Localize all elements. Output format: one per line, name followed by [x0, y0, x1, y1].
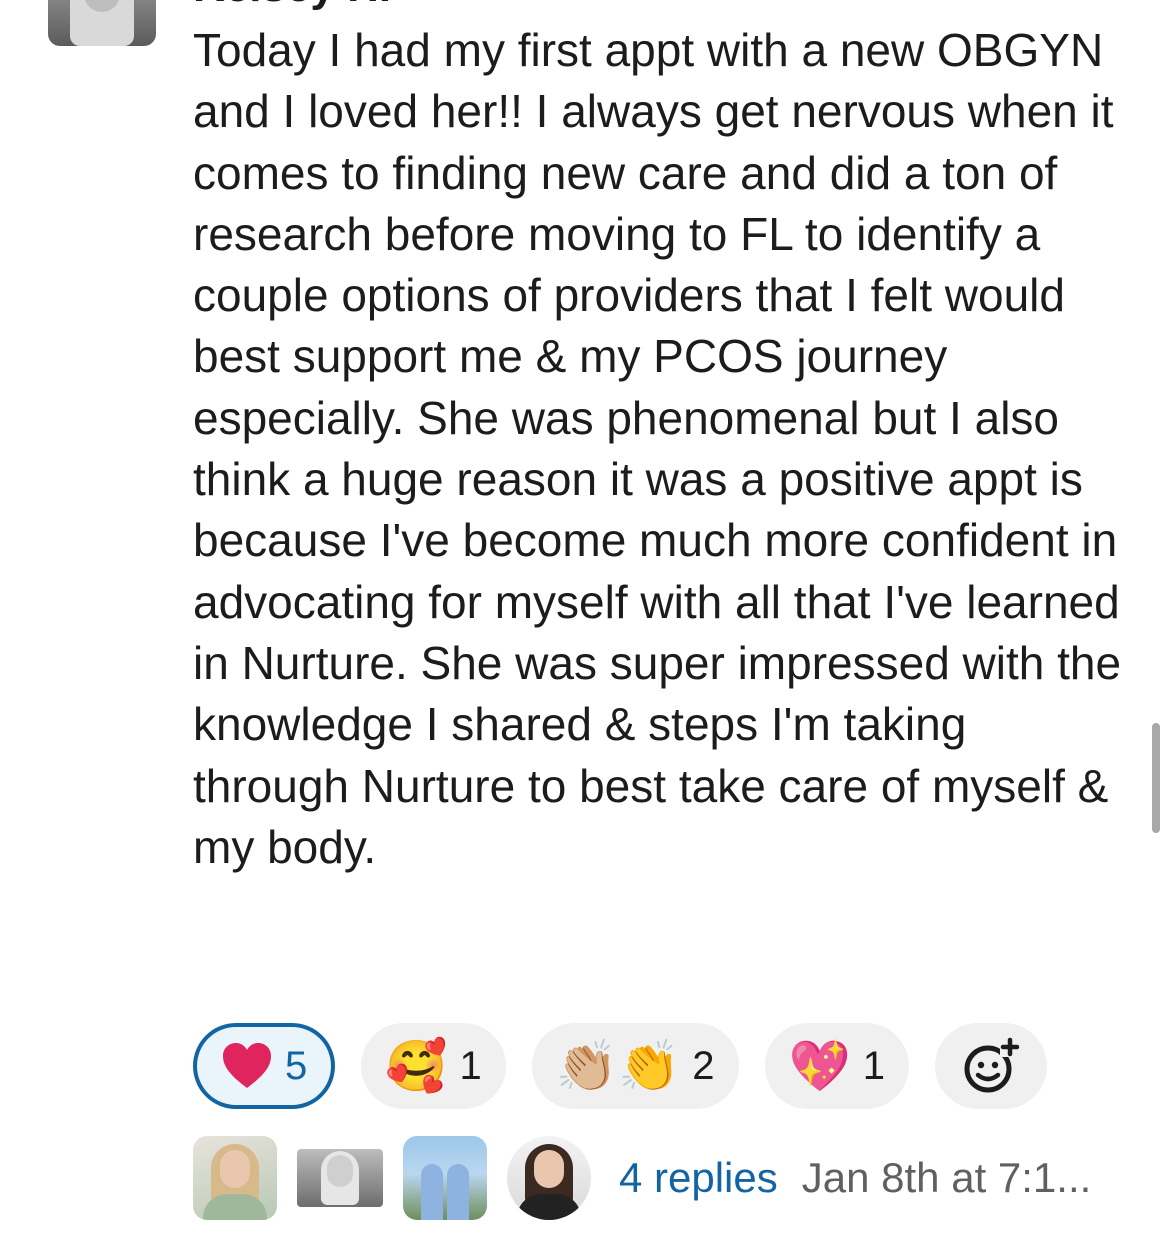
smiling-face-with-hearts-icon: 🥰: [385, 1037, 448, 1095]
clapping-hands-icon: 👏🏼👏: [555, 1037, 681, 1095]
reaction-count: 5: [285, 1043, 308, 1088]
reaction-count: 1: [459, 1043, 482, 1088]
reaction-sparkling-heart[interactable]: 💖 1: [764, 1023, 910, 1109]
reaction-clapping-hands[interactable]: 👏🏼👏 2: [531, 1023, 739, 1109]
reaction-smiling-face-with-hearts[interactable]: 🥰 1: [361, 1023, 506, 1109]
add-reaction-button[interactable]: [935, 1023, 1048, 1109]
sparkling-heart-icon: 💖: [788, 1037, 851, 1095]
add-emoji-icon: [964, 1037, 1021, 1093]
replier-avatar: [193, 1136, 277, 1220]
message-body: Today I had my first appt with a new OBG…: [193, 20, 1133, 878]
replier-avatar: [403, 1136, 487, 1220]
message-text: Today I had my first appt with a new OBG…: [193, 24, 1122, 873]
replies-link[interactable]: 4 replies: [619, 1154, 778, 1202]
red-heart-icon: [223, 1043, 271, 1088]
replier-avatar: [297, 1149, 383, 1207]
reaction-count: 2: [692, 1043, 715, 1088]
thread-summary[interactable]: 4 replies Jan 8th at 7:1...: [193, 1135, 1091, 1221]
reaction-count: 1: [862, 1043, 886, 1088]
reaction-red-heart[interactable]: 5: [193, 1023, 336, 1109]
scrollbar[interactable]: [1152, 723, 1160, 833]
reactions-bar: 5 🥰 1 👏🏼👏 2 💖 1: [193, 1022, 1048, 1110]
author-avatar[interactable]: [48, 0, 156, 46]
message-view: Kelsey H. Today I had my first appt with…: [0, 0, 1170, 1248]
thread-timestamp: Jan 8th at 7:1...: [801, 1154, 1092, 1201]
replier-avatar: [507, 1136, 591, 1220]
author-name[interactable]: Kelsey H.: [193, 0, 391, 12]
